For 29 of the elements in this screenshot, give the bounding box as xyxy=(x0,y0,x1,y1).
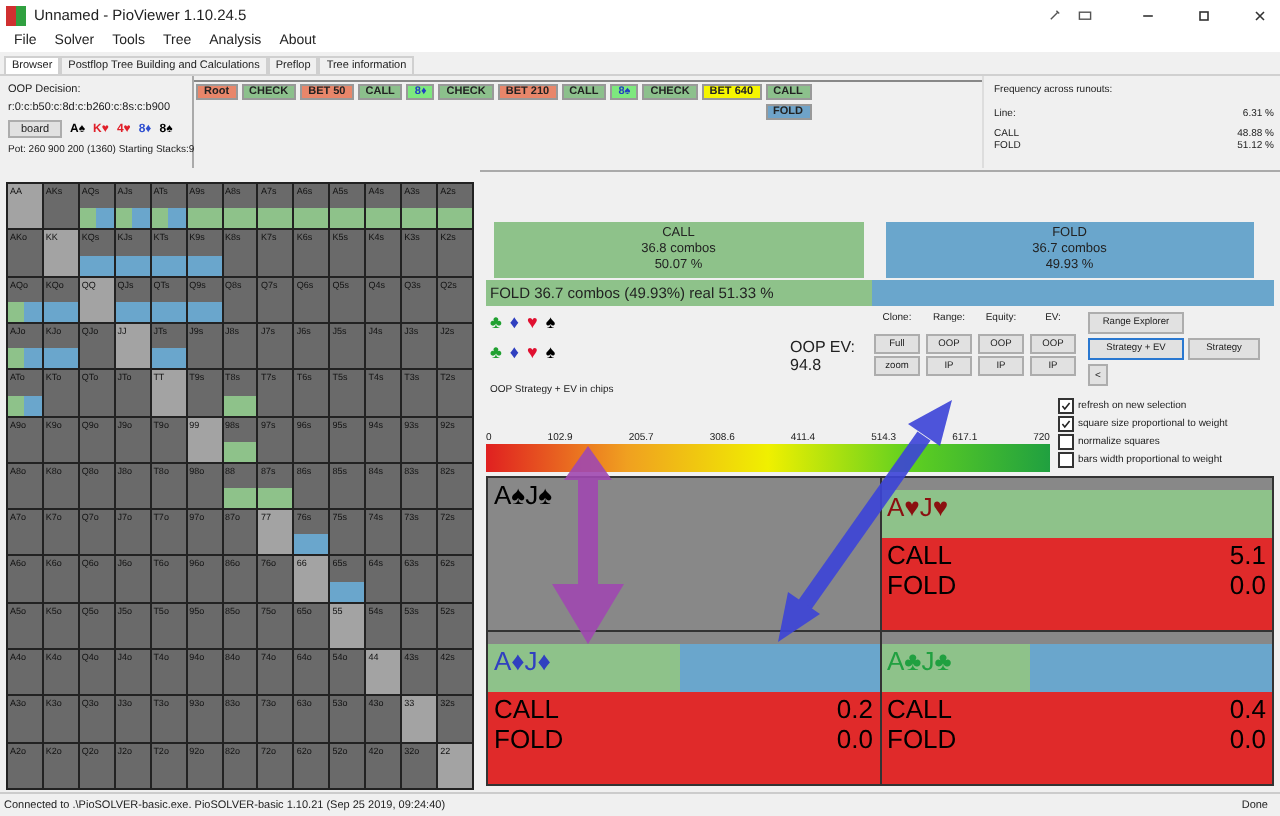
suit-toggle[interactable]: ♠ xyxy=(545,342,556,362)
combo-card[interactable]: A♦J♦ CALL 0.2 FOLD 0.0 xyxy=(488,632,879,784)
combo-value: 0.0 xyxy=(1229,570,1266,600)
suit-toggle[interactable]: ♣ xyxy=(490,342,502,362)
ev-value: 94.8 xyxy=(790,356,824,374)
combo-hand: A♦J♦ xyxy=(492,646,551,676)
suit-toggle[interactable]: ♣ xyxy=(490,312,502,332)
combo-hand: A♣J♣ xyxy=(885,646,952,676)
combo-value: 0.2 xyxy=(836,694,873,724)
combo-action: FOLD xyxy=(887,724,957,754)
combo-action: FOLD xyxy=(887,570,957,600)
suit-toggle[interactable]: ♦ xyxy=(509,312,519,332)
suit-toggle[interactable]: ♥ xyxy=(527,312,538,332)
combo-action: CALL xyxy=(494,694,560,724)
combo-hand: A♠J♠ xyxy=(492,480,552,510)
combo-value: 0.0 xyxy=(1229,724,1266,754)
combo-card[interactable]: A♥J♥ CALL 5.1 FOLD 0.0 xyxy=(881,478,1272,630)
combo-value: 5.1 xyxy=(1229,540,1266,570)
suit-toggle[interactable]: ♦ xyxy=(509,342,519,362)
combo-card[interactable]: A♣J♣ CALL 0.4 FOLD 0.0 xyxy=(881,632,1272,784)
combo-action: CALL xyxy=(887,694,953,724)
combo-value: 0.0 xyxy=(836,724,873,754)
suit-toggle[interactable]: ♥ xyxy=(527,342,538,362)
combo-action: CALL xyxy=(887,540,953,570)
combo-hand: A♥J♥ xyxy=(885,492,949,522)
combo-value: 0.4 xyxy=(1229,694,1266,724)
combo-action: FOLD xyxy=(494,724,564,754)
suit-toggle[interactable]: ♠ xyxy=(545,312,556,332)
ev-label: OOP EV: xyxy=(790,338,857,356)
